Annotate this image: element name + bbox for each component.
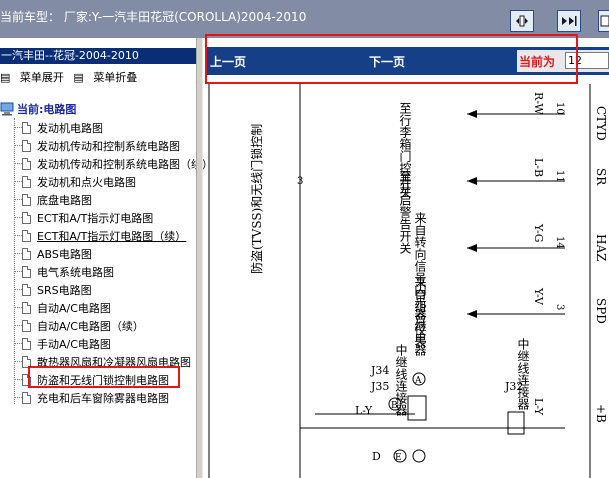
fit-page-icon: [562, 16, 577, 26]
menu-expand-icon: ▤: [0, 71, 11, 84]
computer-icon: [0, 102, 14, 116]
selected-item-highlight: [28, 366, 180, 388]
tree-item[interactable]: 充电和后车窗除雾器电路图: [14, 390, 169, 405]
document-icon: [22, 319, 31, 332]
tree-item[interactable]: ABS电路图: [14, 246, 92, 261]
menu-collapse-link[interactable]: 菜单折叠: [93, 71, 137, 84]
tree-item[interactable]: ECT和A/T指示灯电路图（续）: [14, 228, 186, 243]
tree-item[interactable]: 发动机传动和控制系统电路图: [14, 138, 180, 153]
sidebar: 一汽丰田--花冠-2004-2010 ▤ 菜单展开 ▤ 菜单折叠 当前:电路图 …: [0, 38, 213, 478]
wire-code-1: R-W: [532, 92, 545, 115]
tree-item[interactable]: 自动A/C电路图: [14, 300, 111, 315]
connector-j35: J35: [370, 380, 389, 393]
document-icon: [22, 229, 31, 242]
pin-number-3: 14: [554, 236, 565, 249]
connector-j34: J34: [370, 364, 389, 377]
tree-item[interactable]: SRS电路图: [14, 282, 92, 297]
document-icon: [22, 157, 31, 170]
tree-item[interactable]: 底盘电路图: [14, 192, 92, 207]
pin-number-4: 3: [554, 304, 565, 310]
document-icon: [22, 391, 31, 404]
tree-item[interactable]: ECT和A/T指示灯电路图: [14, 210, 153, 225]
single-page-button[interactable]: [510, 10, 534, 32]
wire-code-2: L-B: [532, 158, 545, 177]
connector-d: D: [372, 450, 381, 463]
tree-item[interactable]: 发动机和点火电路图: [14, 174, 136, 189]
tree-item[interactable]: 发动机传动和控制系统电路图（续）: [14, 156, 213, 171]
signal-sr: SR: [594, 168, 608, 186]
document-icon: [22, 193, 31, 206]
document-icon: [22, 139, 31, 152]
document-icon: [22, 247, 31, 260]
connector-e: E: [395, 453, 402, 463]
page-view-icon: [600, 15, 609, 27]
diagram-tick-label: 3: [297, 176, 303, 187]
connector-a: A: [414, 376, 422, 386]
wire-code-5: L-Y: [532, 398, 545, 416]
signal-b: +B: [594, 404, 608, 423]
nav-highlight: [205, 34, 578, 84]
tree-item[interactable]: 发动机电路图: [14, 120, 103, 135]
panel-splitter[interactable]: [196, 38, 203, 478]
tree-root-label: 当前:电路图: [17, 103, 77, 116]
document-icon: [22, 337, 31, 350]
wire-code-3: Y-G: [532, 223, 545, 243]
document-icon: [22, 265, 31, 278]
model-header: 一汽丰田--花冠-2004-2010: [0, 48, 197, 64]
label-relay-conn: 中继线连接器: [394, 343, 408, 417]
document-icon: [22, 283, 31, 296]
signal-ctyd: CTYD: [594, 106, 608, 141]
single-page-icon: [516, 15, 528, 27]
wiring-diagram: 防盗(TVSS)和无线门锁控制 3 至行李箱门控开关 至开启警告开关 来自转向信…: [205, 84, 609, 478]
document-icon: [22, 301, 31, 314]
document-icon: [22, 121, 31, 134]
tree-root[interactable]: 当前:电路图: [0, 101, 76, 117]
document-icon: [22, 211, 31, 224]
tree-item[interactable]: 手动A/C电路图: [14, 336, 111, 351]
menu-links: ▤ 菜单展开 ▤ 菜单折叠: [0, 69, 143, 85]
diagram-svg: 防盗(TVSS)和无线门锁控制 3 至行李箱门控开关 至开启警告开关 来自转向信…: [208, 84, 608, 478]
signal-spd: SPD: [594, 298, 608, 324]
label-start-switch: 至开启警告开关: [398, 170, 412, 254]
tree-item[interactable]: 电气系统电路图: [14, 264, 114, 279]
menu-expand-link[interactable]: 菜单展开: [20, 71, 64, 84]
wire-code-6: L-Y: [355, 404, 373, 417]
label-relay-conn-2: 中继线连接器: [516, 337, 530, 411]
title-bar: 当前车型： 厂家:Y-一汽丰田花冠(COROLLA)2004-2010: [0, 0, 609, 38]
window-title: 当前车型： 厂家:Y-一汽丰田花冠(COROLLA)2004-2010: [0, 10, 307, 24]
page-view-button[interactable]: [598, 10, 609, 32]
pin-number-1: 10: [554, 102, 565, 115]
fit-page-button[interactable]: [557, 10, 581, 32]
wire-code-4: Y-V: [532, 287, 545, 306]
signal-haz: HAZ: [594, 234, 608, 261]
diagram-title: 防盗(TVSS)和无线门锁控制: [249, 124, 264, 274]
pin-number-2: 11: [554, 170, 565, 183]
document-icon: [22, 175, 31, 188]
label-meter: 来自组合仪表: [413, 276, 427, 348]
menu-collapse-icon: ▤: [73, 71, 84, 84]
tree-item[interactable]: 自动A/C电路图（续）: [14, 318, 144, 333]
